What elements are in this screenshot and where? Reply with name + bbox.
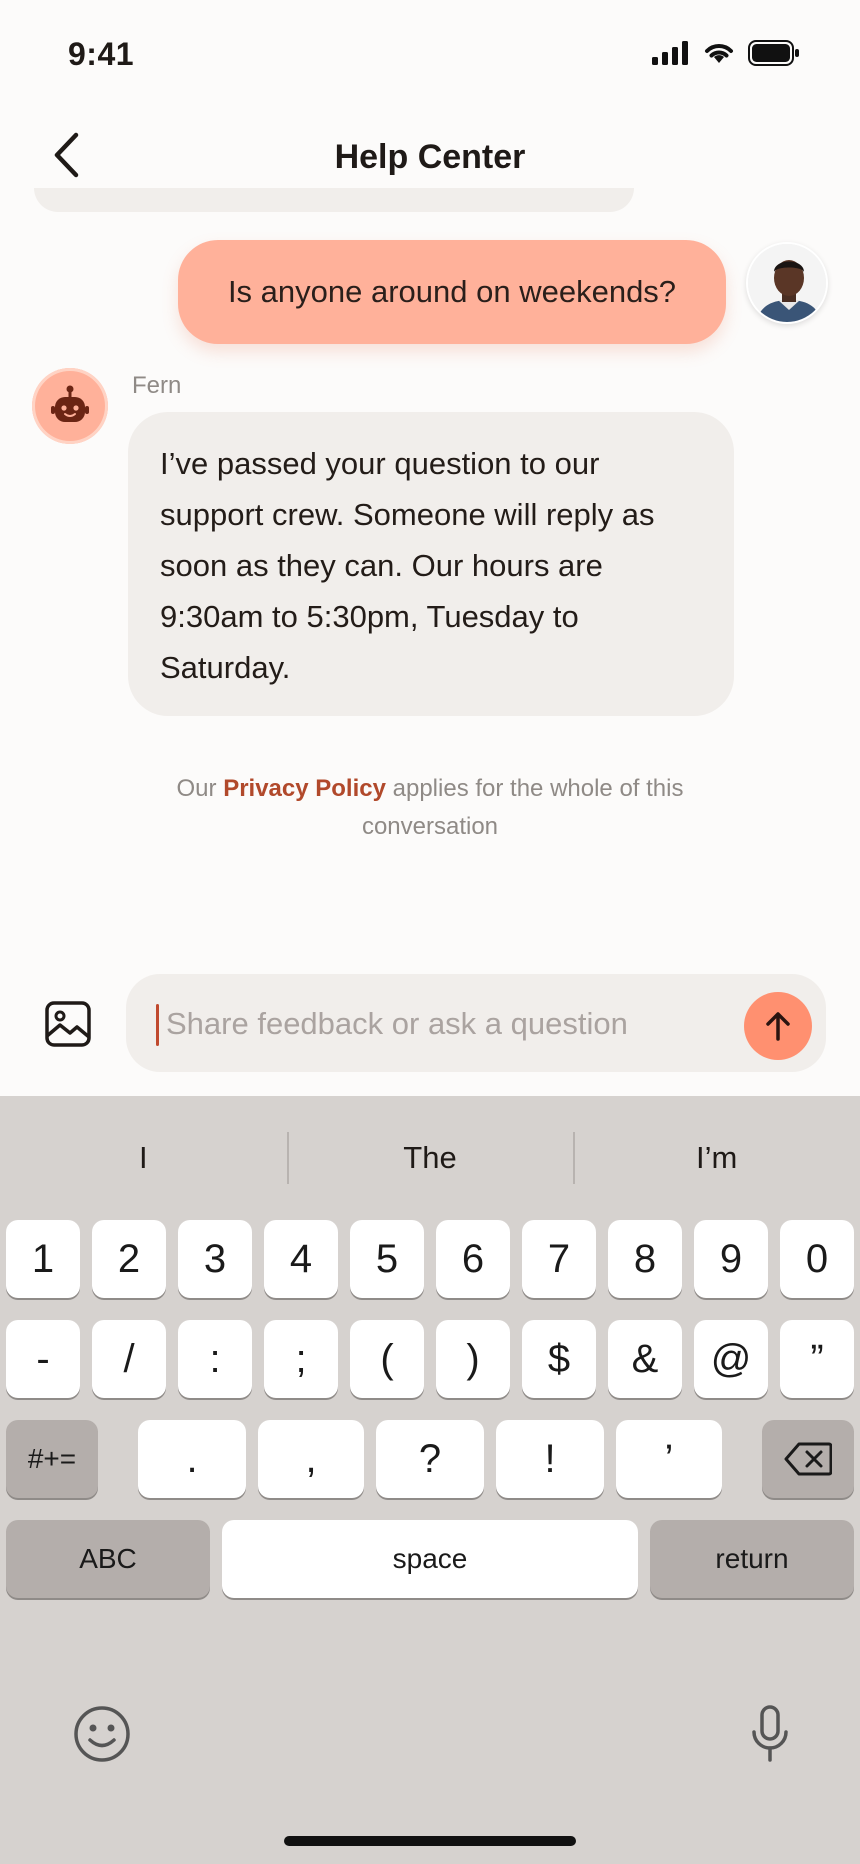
key-exclamation[interactable]: ! xyxy=(496,1420,604,1498)
status-time: 9:41 xyxy=(68,36,135,72)
user-avatar xyxy=(746,242,828,324)
key-apostrophe[interactable]: ’ xyxy=(616,1420,722,1498)
cellular-signal-icon xyxy=(652,41,688,65)
key-ampersand[interactable]: & xyxy=(608,1320,682,1398)
key-quote[interactable]: ” xyxy=(780,1320,854,1398)
key-7[interactable]: 7 xyxy=(522,1220,596,1298)
key-at[interactable]: @ xyxy=(694,1320,768,1398)
key-dollar[interactable]: $ xyxy=(522,1320,596,1398)
key-9[interactable]: 9 xyxy=(694,1220,768,1298)
key-colon[interactable]: : xyxy=(178,1320,252,1398)
space-key[interactable]: space xyxy=(222,1520,638,1598)
key-hyphen[interactable]: - xyxy=(6,1320,80,1398)
message-input-placeholder: Share feedback or ask a question xyxy=(166,1006,628,1041)
key-3[interactable]: 3 xyxy=(178,1220,252,1298)
home-indicator xyxy=(284,1836,576,1846)
key-slash[interactable]: / xyxy=(92,1320,166,1398)
symbols-key[interactable]: #+= xyxy=(6,1420,98,1498)
emoji-button[interactable] xyxy=(72,1704,132,1764)
robot-icon xyxy=(51,385,89,422)
message-composer: Share feedback or ask a question xyxy=(0,970,860,1076)
send-button[interactable] xyxy=(744,992,812,1060)
bot-name: Fern xyxy=(132,372,182,399)
key-period[interactable]: . xyxy=(138,1420,246,1498)
previous-message-bubble xyxy=(34,188,634,212)
user-message-bubble: Is anyone around on weekends? xyxy=(178,240,726,344)
key-open-paren[interactable]: ( xyxy=(350,1320,424,1398)
keyboard-suggestions: I The I’m xyxy=(0,1096,860,1220)
microphone-icon xyxy=(752,1705,788,1762)
suggestion-item[interactable]: The xyxy=(286,1096,574,1220)
privacy-notice: Our Privacy Policy applies for the whole… xyxy=(120,770,740,846)
key-1[interactable]: 1 xyxy=(6,1220,80,1298)
text-caret xyxy=(156,1004,159,1046)
dictation-button[interactable] xyxy=(750,1704,790,1764)
backspace-icon xyxy=(784,1442,832,1476)
key-4[interactable]: 4 xyxy=(264,1220,338,1298)
message-input[interactable]: Share feedback or ask a question xyxy=(126,974,826,1072)
emoji-icon xyxy=(74,1706,130,1762)
key-close-paren[interactable]: ) xyxy=(436,1320,510,1398)
navigation-bar: Help Center xyxy=(0,110,860,200)
battery-icon xyxy=(748,40,799,66)
keyboard-bottom-bar xyxy=(0,1696,860,1816)
key-semicolon[interactable]: ; xyxy=(264,1320,338,1398)
key-2[interactable]: 2 xyxy=(92,1220,166,1298)
key-0[interactable]: 0 xyxy=(780,1220,854,1298)
image-icon xyxy=(45,1001,91,1047)
bot-avatar xyxy=(32,368,108,444)
key-question[interactable]: ? xyxy=(376,1420,484,1498)
privacy-prefix: Our xyxy=(176,775,224,802)
key-comma[interactable]: , xyxy=(258,1420,364,1498)
key-6[interactable]: 6 xyxy=(436,1220,510,1298)
wifi-icon xyxy=(705,44,733,63)
abc-key[interactable]: ABC xyxy=(6,1520,210,1598)
delete-key[interactable] xyxy=(762,1420,854,1498)
arrow-up-icon xyxy=(766,1012,790,1041)
return-key[interactable]: return xyxy=(650,1520,854,1598)
page-title: Help Center xyxy=(334,138,526,176)
key-8[interactable]: 8 xyxy=(608,1220,682,1298)
key-5[interactable]: 5 xyxy=(350,1220,424,1298)
user-message-text: Is anyone around on weekends? xyxy=(227,274,677,309)
privacy-suffix: applies for the whole of this conversati… xyxy=(361,775,684,840)
user-portrait-icon xyxy=(748,244,826,322)
privacy-policy-link[interactable]: Privacy Policy xyxy=(223,775,386,802)
bot-message-text: I’ve passed your question to our support… xyxy=(160,446,655,685)
status-bar: 9:41 xyxy=(0,0,860,100)
suggestion-item[interactable]: I’m xyxy=(573,1096,860,1220)
bot-message-bubble: I’ve passed your question to our support… xyxy=(128,412,734,716)
attach-image-button[interactable] xyxy=(44,1000,92,1048)
status-icons xyxy=(652,40,800,66)
suggestion-item[interactable]: I xyxy=(0,1096,287,1220)
